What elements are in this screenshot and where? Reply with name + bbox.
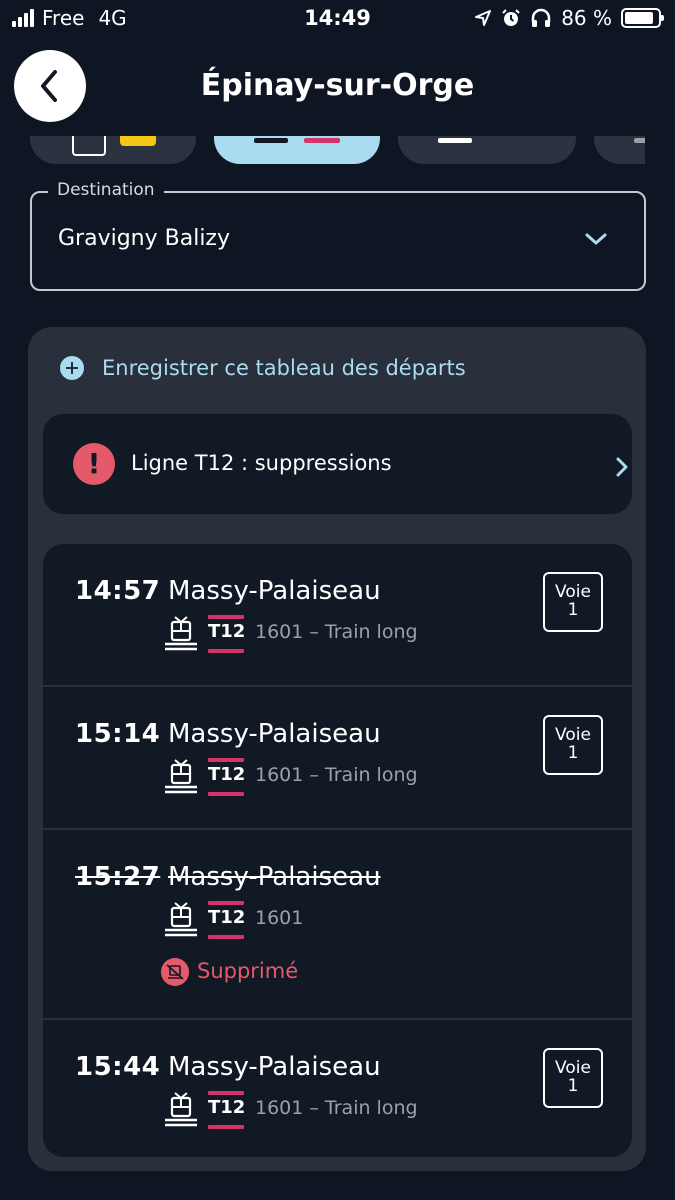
departure-row[interactable]: 15:44 Massy-Palaiseau T12 1601 – Train l… xyxy=(43,1020,632,1157)
line-label: T12 xyxy=(208,621,246,642)
transport-mode-chips xyxy=(0,136,645,166)
line-badge: T12 xyxy=(208,901,246,939)
mode-chip-3[interactable] xyxy=(398,136,576,164)
headphones-icon xyxy=(531,8,551,27)
battery-fill xyxy=(625,12,653,24)
departures-list: 14:57 Massy-Palaiseau T12 1601 – Train l… xyxy=(43,544,632,1157)
line-badge: T12 xyxy=(208,615,246,653)
save-board-button[interactable]: Enregistrer ce tableau des départs xyxy=(60,356,466,380)
platform-number: 1 xyxy=(567,600,579,620)
mode-chip-1[interactable] xyxy=(30,136,196,164)
departure-time: 15:14 xyxy=(75,719,161,749)
plus-circle-icon xyxy=(60,356,84,380)
mode-chip-2-selected[interactable] xyxy=(214,136,380,164)
platform-badge: Voie 1 xyxy=(543,715,603,775)
chevron-right-icon xyxy=(616,457,628,477)
mode-chip-4[interactable] xyxy=(594,136,645,164)
page-title: Épinay-sur-Orge xyxy=(200,68,475,103)
platform-badge: Voie 1 xyxy=(543,572,603,632)
cancelled-train-icon xyxy=(161,958,189,986)
destination-value[interactable]: Gravigny Balizy xyxy=(58,226,230,251)
departure-row-cancelled[interactable]: 15:27 Massy-Palaiseau T12 1601 Supprimé xyxy=(43,830,632,1018)
chevron-down-icon[interactable] xyxy=(584,230,608,248)
platform-number: 1 xyxy=(567,1076,579,1096)
departure-destination: Massy-Palaiseau xyxy=(168,719,381,749)
departure-time: 14:57 xyxy=(75,576,161,606)
battery-icon xyxy=(621,8,664,28)
line-badge: T12 xyxy=(208,1091,246,1129)
departure-info: 1601 – Train long xyxy=(255,1097,418,1119)
departure-row[interactable]: 14:57 Massy-Palaiseau T12 1601 – Train l… xyxy=(43,544,632,685)
battery-percent: 86 % xyxy=(561,6,612,30)
platform-badge: Voie 1 xyxy=(543,1048,603,1108)
departure-destination: Massy-Palaiseau xyxy=(168,1052,381,1082)
platform-number: 1 xyxy=(567,743,579,763)
line-label: T12 xyxy=(208,907,246,928)
departure-destination: Massy-Palaiseau xyxy=(168,576,381,606)
train-icon xyxy=(165,616,197,651)
departure-info: 1601 – Train long xyxy=(255,621,418,643)
status-right: 86 % xyxy=(474,6,664,30)
departure-info: 1601 – Train long xyxy=(255,764,418,786)
departure-info: 1601 xyxy=(255,907,304,929)
line-label: T12 xyxy=(208,1097,246,1118)
status-bar: Free 4G 14:49 86 % xyxy=(0,0,675,40)
line-label: T12 xyxy=(208,764,246,785)
platform-label: Voie xyxy=(555,1058,591,1078)
departure-destination: Massy-Palaiseau xyxy=(168,862,381,892)
line-badge: T12 xyxy=(208,758,246,796)
destination-legend: Destination xyxy=(48,180,164,200)
location-arrow-icon xyxy=(475,10,492,26)
alert-label: Ligne T12 : suppressions xyxy=(131,451,392,475)
disruption-alert[interactable]: ! Ligne T12 : suppressions xyxy=(43,414,632,514)
departure-row[interactable]: 15:14 Massy-Palaiseau T12 1601 – Train l… xyxy=(43,687,632,828)
train-icon xyxy=(165,759,197,794)
cancelled-status: Supprimé xyxy=(197,959,299,983)
save-board-label: Enregistrer ce tableau des départs xyxy=(102,356,466,380)
departure-time: 15:44 xyxy=(75,1052,161,1082)
train-icon xyxy=(165,1092,197,1127)
alarm-icon xyxy=(502,9,520,26)
train-icon xyxy=(165,902,197,937)
platform-label: Voie xyxy=(555,725,591,745)
exclamation-icon: ! xyxy=(73,443,115,485)
departure-time: 15:27 xyxy=(75,862,161,892)
platform-label: Voie xyxy=(555,582,591,602)
